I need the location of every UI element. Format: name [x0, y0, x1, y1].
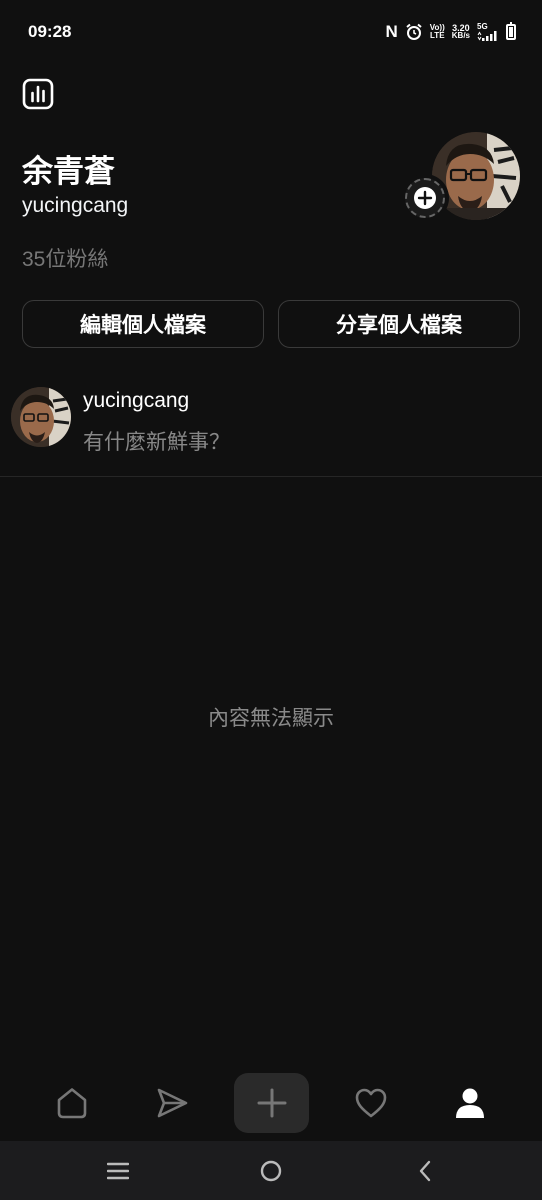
status-bar: 09:28 N Vo)) LTE 3.20 KB/s 5G [0, 0, 542, 64]
plus-icon [257, 1088, 286, 1118]
send-icon [157, 1088, 188, 1118]
system-menu-button[interactable] [98, 1153, 138, 1189]
edit-profile-button[interactable]: 編輯個人檔案 [22, 300, 264, 348]
profile-username: yucingcang [22, 194, 129, 217]
status-time: 09:28 [28, 22, 72, 41]
network-speed: 3.20 KB/s [452, 24, 470, 40]
heart-icon [355, 1088, 387, 1118]
system-nav-bar [0, 1141, 542, 1200]
signal-icon: 5G [477, 23, 499, 41]
composer-username: yucingcang [83, 389, 190, 412]
add-story-ring [405, 178, 445, 218]
nav-activity-button[interactable] [341, 1070, 401, 1136]
new-thread-composer[interactable]: yucingcang 有什麼新鮮事？ [0, 380, 542, 477]
battery-icon [506, 22, 516, 40]
nav-home-button[interactable] [42, 1070, 102, 1136]
menu-icon [107, 1162, 129, 1180]
nav-profile-button[interactable] [440, 1070, 500, 1136]
volte-icon: Vo)) LTE [430, 24, 445, 40]
speed-unit: KB/s [451, 31, 470, 40]
status-icons: N Vo)) LTE 3.20 KB/s 5G [386, 22, 516, 42]
network-type: 5G [477, 22, 488, 31]
nav-create-button[interactable] [234, 1073, 309, 1133]
volte-bottom-label: LTE [430, 31, 445, 40]
bottom-nav [0, 1070, 542, 1140]
home-circle-icon [260, 1160, 282, 1182]
nav-send-button[interactable] [142, 1070, 202, 1136]
empty-feed-message: 內容無法顯示 [208, 707, 334, 730]
composer-avatar [11, 387, 71, 447]
back-icon [419, 1160, 431, 1182]
followers-count[interactable]: 35位粉絲 [22, 243, 108, 273]
share-profile-button[interactable]: 分享個人檔案 [278, 300, 520, 348]
home-icon [57, 1088, 87, 1119]
add-story-button[interactable] [401, 174, 449, 222]
battery-fill [509, 27, 513, 37]
plus-icon [414, 187, 436, 209]
avatar-image [11, 387, 71, 447]
alarm-icon [405, 23, 423, 41]
system-home-button[interactable] [251, 1153, 291, 1189]
composer-prompt[interactable]: 有什麼新鮮事？ [83, 426, 230, 456]
profile-icon [456, 1088, 484, 1118]
profile-display-name: 余青蒼 [22, 154, 115, 189]
bar-chart-icon [22, 78, 54, 110]
system-back-button[interactable] [405, 1153, 445, 1189]
insights-button[interactable] [22, 78, 54, 110]
nfc-icon: N [385, 22, 398, 41]
